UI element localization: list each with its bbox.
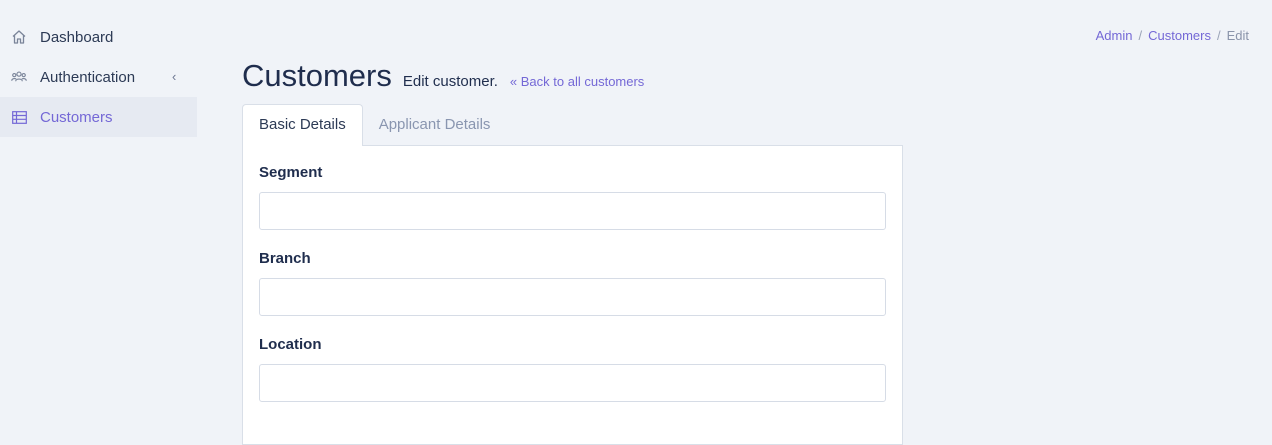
location-label: Location <box>259 336 322 353</box>
breadcrumb-separator: / <box>1138 28 1143 43</box>
breadcrumb-current: Edit <box>1226 28 1249 43</box>
home-icon <box>11 29 27 45</box>
tab-bar: Basic Details Applicant Details <box>242 104 506 146</box>
chevron-left-icon[interactable]: ‹ <box>172 69 176 84</box>
users-icon <box>11 69 27 85</box>
page-subtitle: Edit customer. <box>402 73 498 90</box>
form-panel: Segment Branch Location <box>242 145 903 445</box>
segment-field-group: Segment <box>259 164 886 230</box>
location-field-group: Location <box>259 336 886 402</box>
breadcrumb-customers[interactable]: Customers <box>1148 28 1211 43</box>
page-title: Customers <box>242 58 392 93</box>
segment-input[interactable] <box>259 192 886 230</box>
table-icon <box>11 109 27 125</box>
branch-label: Branch <box>259 250 311 267</box>
back-to-customers-link[interactable]: « Back to all customers <box>510 74 644 89</box>
breadcrumb-admin[interactable]: Admin <box>1096 28 1133 43</box>
sidebar: Dashboard Authentication ‹ Customers <box>0 17 197 137</box>
breadcrumb: Admin / Customers / Edit <box>1096 28 1249 43</box>
tab-applicant-details[interactable]: Applicant Details <box>363 104 507 146</box>
segment-label: Segment <box>259 164 323 181</box>
sidebar-item-label: Authentication <box>40 68 136 86</box>
sidebar-item-authentication[interactable]: Authentication ‹ <box>0 57 197 97</box>
sidebar-item-label: Dashboard <box>40 28 114 46</box>
sidebar-item-label: Customers <box>40 108 113 126</box>
branch-field-group: Branch <box>259 250 886 316</box>
branch-input[interactable] <box>259 278 886 316</box>
sidebar-item-customers[interactable]: Customers <box>0 97 197 137</box>
location-input[interactable] <box>259 364 886 402</box>
sidebar-item-dashboard[interactable]: Dashboard <box>0 17 197 57</box>
page-header: Customers Edit customer. « Back to all c… <box>242 58 644 94</box>
breadcrumb-separator: / <box>1216 28 1221 43</box>
tab-basic-details[interactable]: Basic Details <box>242 104 363 146</box>
